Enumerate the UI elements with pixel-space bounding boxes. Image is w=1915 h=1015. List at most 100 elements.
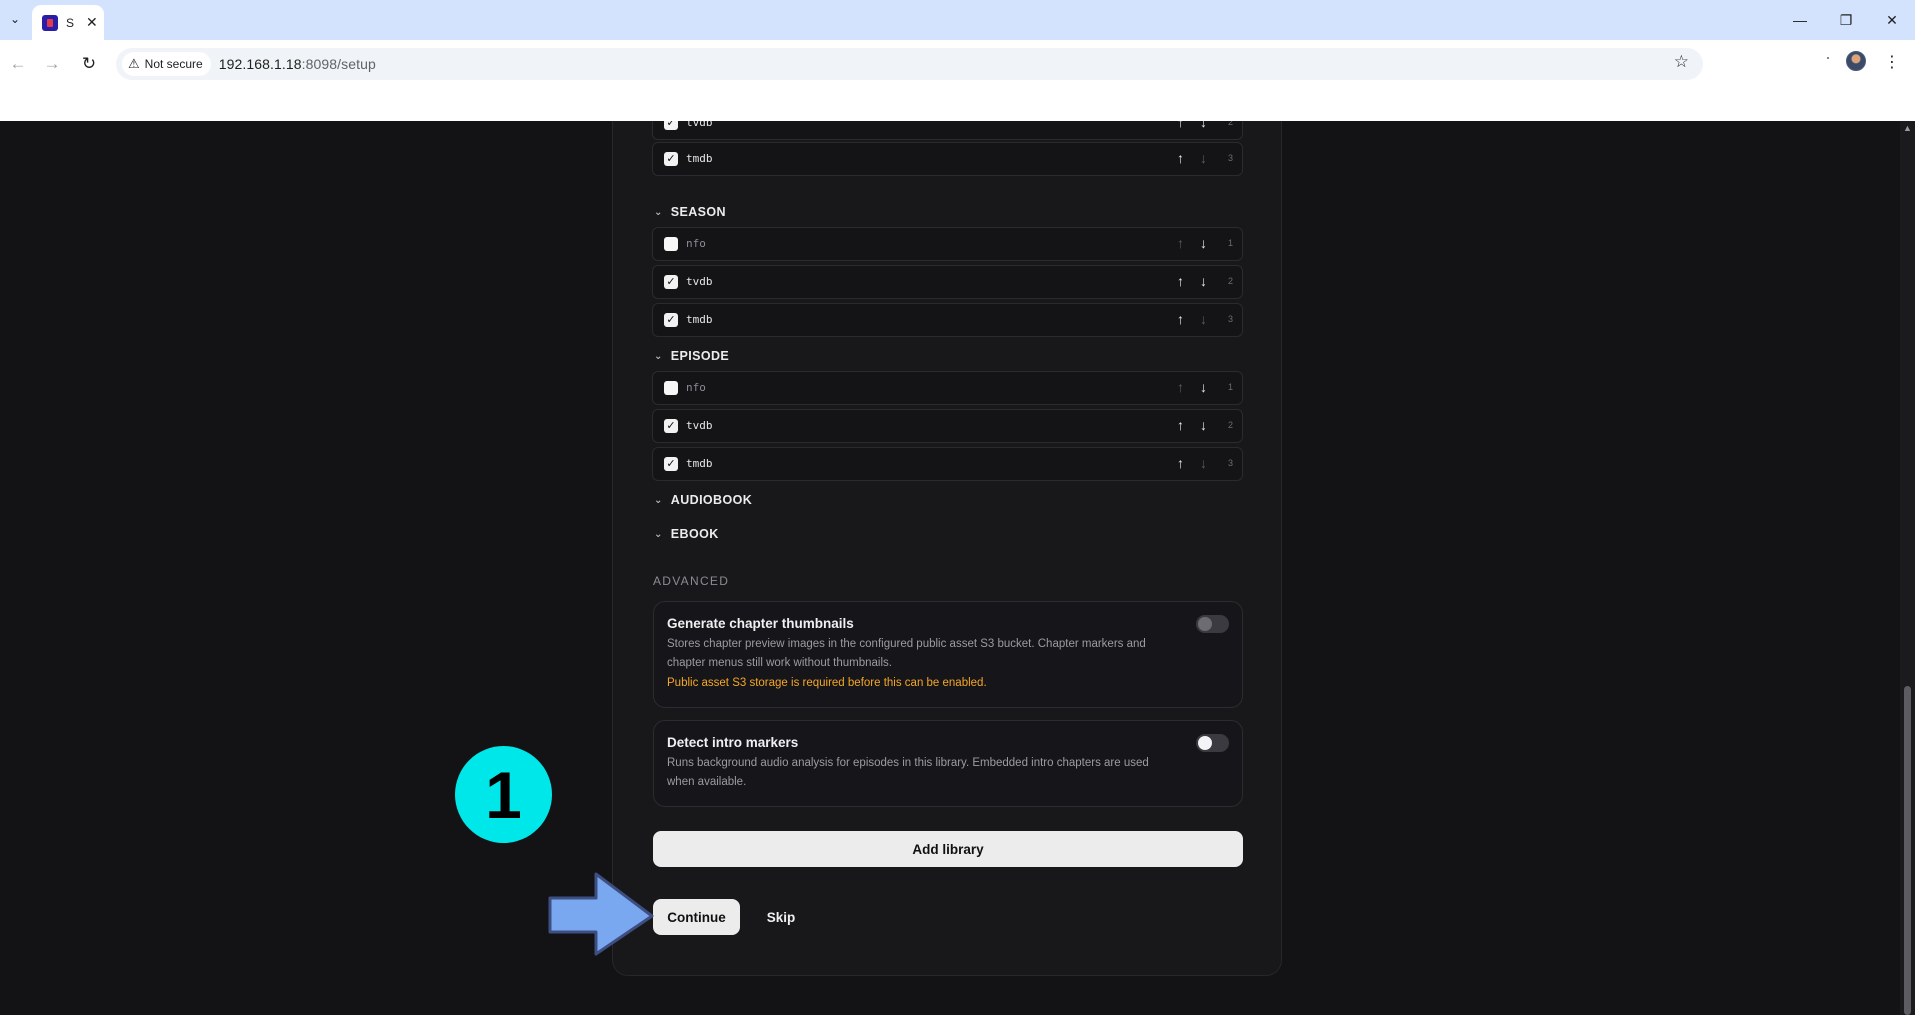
section-label: EBOOK <box>670 527 719 541</box>
move-up-arrow-icon[interactable]: ↑ <box>1177 150 1184 166</box>
provider-rank: 3 <box>1228 314 1234 324</box>
tab-title: S <box>66 15 75 30</box>
provider-row-episode-nfo: nfo ↑ ↓ 1 <box>652 371 1243 405</box>
provider-rank: 2 <box>1228 121 1234 127</box>
browser-tabstrip: ⌄ S ✕ — ❐ ✕ <box>0 0 1915 40</box>
move-down-arrow-icon[interactable]: ↓ <box>1200 273 1207 289</box>
url-host: 192.168.1.18 <box>218 56 302 72</box>
provider-name: nfo <box>686 381 706 394</box>
minimize-icon[interactable]: — <box>1782 6 1818 34</box>
provider-rank: 2 <box>1228 420 1234 430</box>
option-title: Detect intro markers <box>667 735 799 750</box>
provider-name: nfo <box>686 237 706 250</box>
back-arrow-icon[interactable]: ← <box>4 50 32 78</box>
tab-search-chevron-icon[interactable]: ⌄ <box>4 8 26 30</box>
pointer-arrow-icon <box>548 872 654 956</box>
tab-close-icon[interactable]: ✕ <box>86 14 98 31</box>
provider-row-season-nfo: nfo ↑ ↓ 1 <box>652 227 1243 261</box>
provider-name: tvdb <box>686 275 713 288</box>
chevron-down-icon: ⌄ <box>654 528 663 540</box>
provider-name: tmdb <box>686 457 713 470</box>
provider-rank: 3 <box>1228 458 1234 468</box>
move-down-arrow-icon[interactable]: ↓ <box>1200 417 1207 433</box>
address-bar[interactable]: ⚠ Not secure 192.168.1.18:8098/setup ☆ <box>116 48 1703 80</box>
browser-toolbar: ← → ↻ ⚠ Not secure 192.168.1.18:8098/set… <box>0 40 1915 121</box>
page-scrollbar[interactable]: ▲ <box>1900 121 1915 1015</box>
advanced-section-label: ADVANCED <box>653 574 730 588</box>
move-down-arrow-icon: ↓ <box>1200 455 1207 471</box>
continue-button[interactable]: Continue <box>653 899 740 935</box>
section-label: AUDIOBOOK <box>670 493 753 507</box>
tab-favicon-icon <box>42 14 58 31</box>
move-up-arrow-icon[interactable]: ↑ <box>1177 417 1184 433</box>
option-card-chapter-thumbnails: Generate chapter thumbnails Stores chapt… <box>653 601 1243 708</box>
move-up-arrow-icon[interactable]: ↑ <box>1177 121 1184 130</box>
section-header-season[interactable]: ⌄ SEASON <box>654 205 726 219</box>
security-chip[interactable]: ⚠ Not secure <box>122 52 211 76</box>
move-down-arrow-icon[interactable]: ↓ <box>1200 235 1207 251</box>
toggle-knob <box>1198 736 1212 750</box>
skip-button[interactable]: Skip <box>755 899 807 935</box>
provider-row-series-tvdb: ✓ tvdb ↑ ↓ 2 <box>652 121 1243 140</box>
move-up-arrow-icon[interactable]: ↑ <box>1177 273 1184 289</box>
page-viewport: ✓ tvdb ↑ ↓ 2 ✓ tmdb ↑ ↓ 3 ⌄ SEASON nfo ↑… <box>0 121 1915 1015</box>
profile-avatar[interactable] <box>1846 51 1866 71</box>
option-description: Stores chapter preview images in the con… <box>667 638 1146 669</box>
extension-dot-icon <box>1827 57 1829 59</box>
browser-menu-icon[interactable]: ⋮ <box>1882 50 1902 74</box>
section-label: SEASON <box>670 205 726 219</box>
provider-name: tmdb <box>686 313 713 326</box>
provider-checkbox[interactable]: ✓ <box>664 121 678 130</box>
provider-rank: 1 <box>1228 238 1234 248</box>
toggle-knob <box>1198 617 1212 631</box>
browser-tab[interactable]: S ✕ <box>32 5 104 40</box>
window-close-icon[interactable]: ✕ <box>1874 6 1910 34</box>
provider-checkbox[interactable]: ✓ <box>664 275 678 289</box>
move-down-arrow-icon: ↓ <box>1200 150 1207 166</box>
reload-icon[interactable]: ↻ <box>75 50 103 78</box>
provider-checkbox[interactable] <box>664 237 678 251</box>
forward-arrow-icon[interactable]: → <box>38 50 66 78</box>
provider-checkbox[interactable]: ✓ <box>664 419 678 433</box>
section-label: EPISODE <box>670 349 730 363</box>
provider-row-season-tvdb: ✓ tvdb ↑ ↓ 2 <box>652 265 1243 299</box>
security-label: Not secure <box>144 57 203 71</box>
provider-checkbox[interactable]: ✓ <box>664 457 678 471</box>
provider-rank: 3 <box>1228 153 1234 163</box>
section-header-episode[interactable]: ⌄ EPISODE <box>654 349 729 363</box>
chapter-thumbnails-toggle <box>1196 615 1229 633</box>
option-warning: Public asset S3 storage is required befo… <box>667 677 987 689</box>
move-up-arrow-icon: ↑ <box>1177 379 1184 395</box>
move-up-arrow-icon: ↑ <box>1177 235 1184 251</box>
move-up-arrow-icon[interactable]: ↑ <box>1177 455 1184 471</box>
step-number-badge: 1 <box>455 746 552 843</box>
chevron-down-icon: ⌄ <box>654 206 663 218</box>
url-path: :8098/setup <box>301 56 376 72</box>
intro-markers-toggle[interactable] <box>1196 734 1229 752</box>
warning-triangle-icon: ⚠ <box>128 56 140 71</box>
provider-name: tvdb <box>686 121 713 129</box>
restore-icon[interactable]: ❐ <box>1828 6 1864 34</box>
bookmark-star-icon[interactable]: ☆ <box>1674 52 1689 72</box>
scrollbar-thumb[interactable] <box>1904 686 1911 1015</box>
provider-row-season-tmdb: ✓ tmdb ↑ ↓ 3 <box>652 303 1243 337</box>
move-down-arrow-icon[interactable]: ↓ <box>1200 121 1207 130</box>
provider-rank: 2 <box>1228 276 1234 286</box>
url-text[interactable]: 192.168.1.18:8098/setup <box>219 56 376 72</box>
section-header-audiobook[interactable]: ⌄ AUDIOBOOK <box>654 493 752 507</box>
provider-checkbox[interactable]: ✓ <box>664 152 678 166</box>
move-down-arrow-icon[interactable]: ↓ <box>1200 379 1207 395</box>
provider-row-episode-tmdb: ✓ tmdb ↑ ↓ 3 <box>652 447 1243 481</box>
chevron-down-icon: ⌄ <box>654 350 663 362</box>
add-library-button[interactable]: Add library <box>653 831 1243 867</box>
provider-row-episode-tvdb: ✓ tvdb ↑ ↓ 2 <box>652 409 1243 443</box>
provider-name: tvdb <box>686 419 713 432</box>
provider-checkbox[interactable] <box>664 381 678 395</box>
provider-checkbox[interactable]: ✓ <box>664 313 678 327</box>
move-up-arrow-icon[interactable]: ↑ <box>1177 311 1184 327</box>
section-header-ebook[interactable]: ⌄ EBOOK <box>654 527 719 541</box>
option-card-intro-markers: Detect intro markers Runs background aud… <box>653 720 1243 807</box>
scroll-up-arrow-icon[interactable]: ▲ <box>1903 123 1912 133</box>
option-description: Runs background audio analysis for episo… <box>667 757 1149 788</box>
provider-rank: 1 <box>1228 382 1234 392</box>
